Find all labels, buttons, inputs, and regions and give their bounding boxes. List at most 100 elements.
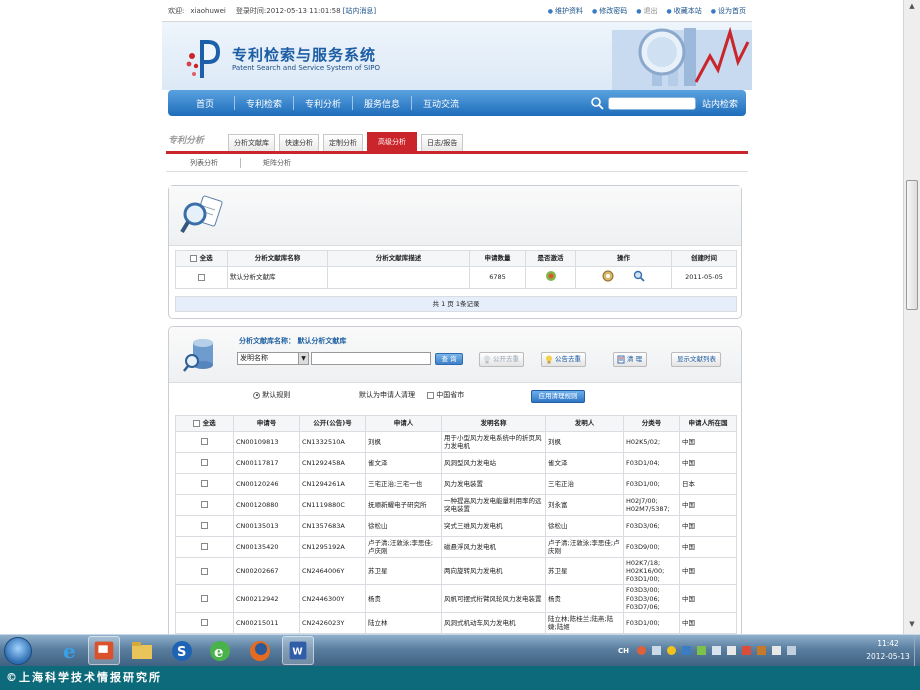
view-magnifier-icon[interactable] — [633, 270, 645, 283]
bookmark-site-link[interactable]: 收藏本站 — [667, 6, 702, 16]
row-checkbox-cell[interactable] — [175, 515, 234, 537]
row-checkbox[interactable] — [201, 459, 208, 467]
tab-advanced-analysis[interactable]: 高级分析 — [367, 132, 417, 151]
clear-button[interactable]: 清 理 — [613, 352, 648, 367]
row-checkbox[interactable] — [201, 619, 208, 627]
nav-patent-search[interactable]: 专利检索 — [235, 97, 293, 110]
table-row[interactable]: CN00215011 CN2426023Y 陆立林 风洞式机动车风力发电机 陆立林;陈桂… — [175, 611, 737, 634]
nav-patent-analysis[interactable]: 专利分析 — [294, 97, 352, 110]
patent-select-all-checkbox[interactable] — [193, 419, 201, 427]
row-checkbox-cell[interactable] — [175, 266, 228, 289]
printer-icon[interactable] — [727, 646, 736, 655]
show-desktop-button[interactable] — [914, 635, 920, 666]
activate-icon[interactable] — [545, 270, 557, 282]
taskbar-clock[interactable]: 11:42 2012-05-13 — [860, 637, 916, 663]
scroll-up-icon[interactable]: ▲ — [906, 2, 918, 14]
rule-china[interactable]: 中国省市 — [427, 390, 464, 400]
field-select[interactable]: 发明名称 ▼ — [237, 352, 309, 365]
rule-default[interactable]: 默认规则 — [253, 390, 290, 400]
row-checkbox-cell[interactable] — [175, 431, 234, 453]
shield-icon[interactable] — [682, 646, 691, 655]
select-all-checkbox[interactable] — [190, 254, 198, 262]
set-homepage-link[interactable]: 设为首页 — [711, 6, 746, 16]
col-application-count: 申请数量 — [469, 250, 526, 267]
select-all-label: 全选 — [199, 254, 213, 263]
patent-select-all-header[interactable]: 全选 — [175, 415, 234, 432]
row-checkbox[interactable] — [201, 501, 208, 509]
row-checkbox[interactable] — [198, 273, 205, 281]
library-row[interactable]: 默认分析文献库 6785 2011-05-05 — [175, 266, 737, 289]
apply-rules-button[interactable]: 应用清理规则 — [531, 390, 585, 403]
system-title: 专利检索与服务系统 — [232, 46, 377, 64]
row-checkbox-cell[interactable] — [175, 556, 234, 586]
logout-link[interactable]: 退出 — [636, 6, 658, 16]
browser-360-icon[interactable]: e — [204, 636, 236, 665]
powerpoint-icon[interactable] — [88, 636, 120, 665]
row-checkbox[interactable] — [201, 543, 208, 551]
row-checkbox-cell[interactable] — [175, 611, 234, 634]
sogou-icon[interactable]: S — [166, 636, 198, 665]
query-button[interactable]: 查 询 — [435, 353, 463, 365]
tray-app-icon[interactable] — [667, 646, 676, 655]
table-row[interactable]: CN00120246 CN1294261A 三宅正治;三宅一也 风力发电装置 三宅正治 F… — [175, 473, 737, 495]
nav-home[interactable]: 首页 — [176, 97, 234, 110]
tab-analysis-library[interactable]: 分析文献库 — [228, 134, 275, 151]
clock-time: 11:42 — [877, 639, 899, 648]
tray-app-icon[interactable] — [787, 646, 796, 655]
public-dedupe-button[interactable]: 公开去重 — [479, 352, 524, 367]
row-checkbox-cell[interactable] — [175, 473, 234, 495]
network-icon[interactable] — [712, 646, 721, 655]
nav-service-info[interactable]: 服务信息 — [353, 97, 411, 110]
word-icon[interactable]: W — [282, 636, 314, 665]
row-checkbox[interactable] — [201, 480, 208, 488]
rule-default-radio[interactable] — [253, 391, 260, 399]
table-row[interactable]: CN00135420 CN1295192A 卢子清;汪敦泳;李思佳;卢庆刚 磁悬浮风力… — [175, 536, 737, 558]
internet-explorer-icon[interactable]: e — [54, 636, 86, 665]
site-search-input[interactable] — [607, 96, 696, 110]
table-row[interactable]: CN00120880 CN1119880C 抚顺新耀电子研究所 一种提高风力发电能量利… — [175, 494, 737, 516]
table-row[interactable]: CN00212942 CN2446300Y 杨贵 风帆可摆式桁臂风轮风力发电装置 杨贵 F… — [175, 584, 737, 613]
start-button[interactable] — [4, 637, 32, 665]
table-row[interactable]: CN00202667 CN2464006Y 苏卫星 两向旋转风力发电机 苏卫星 H02K7… — [175, 556, 737, 586]
scroll-down-icon[interactable]: ▼ — [906, 620, 918, 632]
messages-link[interactable]: [站内消息] — [343, 6, 376, 16]
tray-app-icon[interactable] — [742, 646, 751, 655]
row-checkbox[interactable] — [201, 438, 208, 446]
rule-china-checkbox[interactable] — [427, 391, 434, 399]
tab-quick-analysis[interactable]: 快速分析 — [279, 134, 319, 151]
firefox-icon[interactable] — [244, 636, 276, 665]
subtab-list-analysis[interactable]: 列表分析 — [190, 158, 218, 168]
row-checkbox-cell[interactable] — [175, 494, 234, 516]
row-checkbox-cell[interactable] — [175, 584, 234, 613]
row-checkbox[interactable] — [201, 567, 208, 575]
table-row[interactable]: CN00135013 CN1357683A 徐松山 突式三维风力发电机 徐松山 F03D3… — [175, 515, 737, 537]
settings-icon[interactable] — [602, 270, 614, 282]
select-all-header[interactable]: 全选 — [175, 250, 228, 267]
folder-icon[interactable] — [126, 636, 158, 665]
volume-icon[interactable] — [772, 646, 781, 655]
tray-app-icon[interactable] — [697, 646, 706, 655]
language-indicator[interactable]: CH — [618, 647, 629, 655]
row-checkbox[interactable] — [201, 522, 208, 530]
change-password-link[interactable]: 修改密码 — [592, 6, 627, 16]
tab-custom-analysis[interactable]: 定制分析 — [323, 134, 363, 151]
tray-app-icon[interactable] — [652, 646, 661, 655]
row-checkbox-cell[interactable] — [175, 536, 234, 558]
vertical-scrollbar[interactable]: ▲ ▼ — [903, 0, 920, 634]
chevron-down-icon[interactable]: ▼ — [298, 353, 308, 364]
query-input[interactable] — [311, 352, 431, 365]
nav-interaction[interactable]: 互动交流 — [412, 97, 470, 110]
announce-dedupe-button[interactable]: 公告去重 — [541, 352, 586, 367]
row-checkbox-cell[interactable] — [175, 452, 234, 474]
tab-log-report[interactable]: 日志/报告 — [421, 134, 464, 151]
scrollbar-thumb[interactable] — [906, 180, 918, 310]
show-list-button[interactable]: 显示文献列表 — [671, 352, 721, 367]
site-search-button[interactable]: 站内检索 — [702, 97, 738, 110]
tray-app-icon[interactable] — [637, 646, 646, 655]
table-row[interactable]: CN00117817 CN1292458A 雀文泽 风洞型风力发电站 雀文泽 F03D1/… — [175, 452, 737, 474]
maintain-profile-link[interactable]: 维护资料 — [548, 6, 583, 16]
subtab-matrix-analysis[interactable]: 矩阵分析 — [263, 158, 291, 168]
table-row[interactable]: CN00109813 CN1332510A 刘枫 用于小型风力发电系统中的折页风力发电… — [175, 431, 737, 453]
row-checkbox[interactable] — [201, 595, 208, 602]
tray-app-icon[interactable] — [757, 646, 766, 655]
